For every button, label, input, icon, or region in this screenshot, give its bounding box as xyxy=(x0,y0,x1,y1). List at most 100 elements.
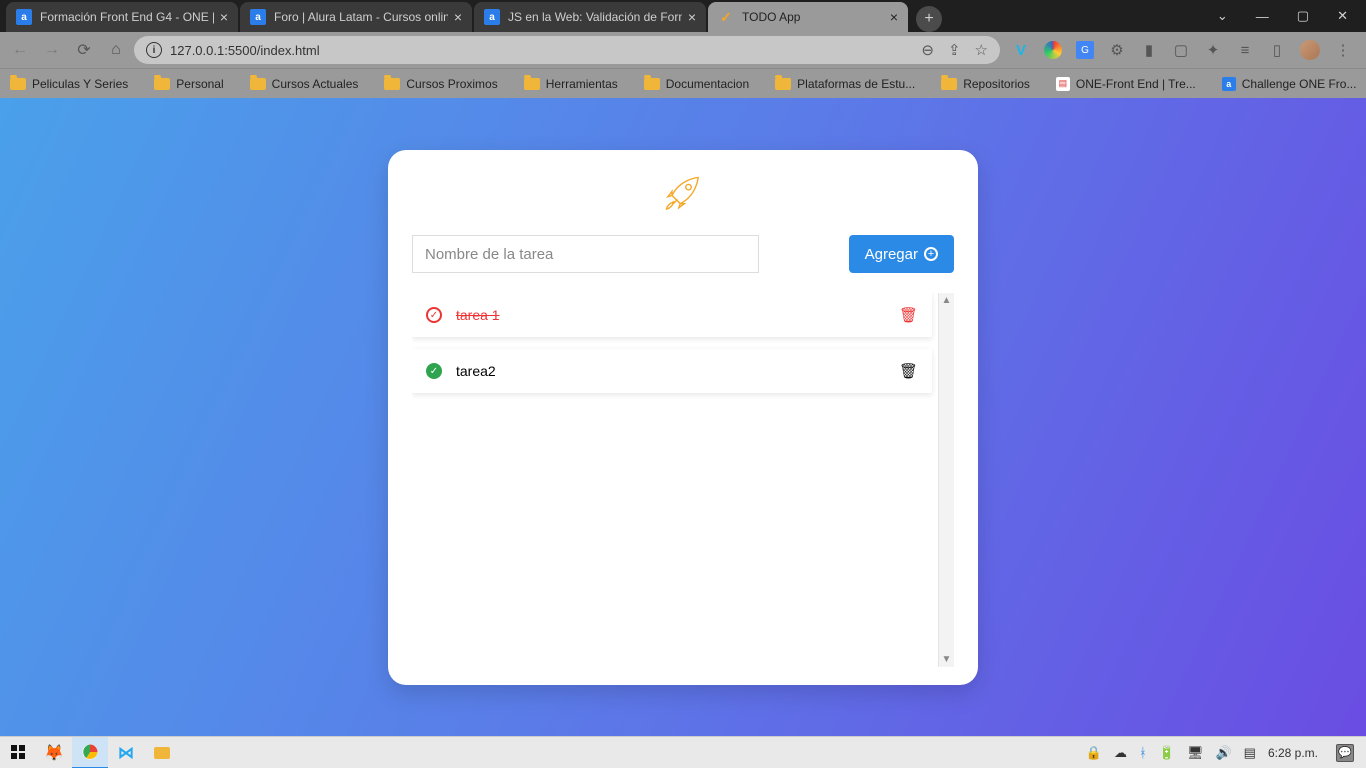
ext-gear-icon[interactable]: ⚙ xyxy=(1108,41,1126,59)
bookmark-label: Peliculas Y Series xyxy=(32,77,128,91)
tab-2[interactable]: a JS en la Web: Validación de Form × xyxy=(474,2,706,32)
bookmark-label: ONE-Front End | Tre... xyxy=(1076,77,1196,91)
tab-1[interactable]: a Foro | Alura Latam - Cursos onlin × xyxy=(240,2,472,32)
menu-icon[interactable]: ⋮ xyxy=(1334,41,1352,59)
bookmark-label: Plataformas de Estu... xyxy=(797,77,915,91)
close-icon[interactable]: × xyxy=(220,9,228,25)
add-task-form: Agregar + xyxy=(412,235,954,273)
reload-button[interactable]: ⟳ xyxy=(70,36,98,64)
folder-icon xyxy=(250,78,266,90)
ext-color-icon[interactable] xyxy=(1044,41,1062,59)
site-info-icon[interactable]: i xyxy=(146,42,162,58)
maximize-button[interactable]: ▢ xyxy=(1297,8,1309,24)
battery-icon[interactable]: 🔋 xyxy=(1159,745,1175,761)
extension-icons: V G ⚙ ▮ ▢ ✦ ≡ ▯ ⋮ xyxy=(1004,40,1360,60)
ext-list-icon[interactable]: ≡ xyxy=(1236,41,1254,59)
page-content: Agregar + ✓ tarea 1 🗑 ✓ tarea2 🗑 ▲ ▼ xyxy=(0,98,1366,736)
folder-icon xyxy=(644,78,660,90)
volume-icon[interactable]: 🔊 xyxy=(1215,745,1231,761)
todo-card: Agregar + ✓ tarea 1 🗑 ✓ tarea2 🗑 ▲ ▼ xyxy=(388,150,978,685)
browser-titlebar: a Formación Front End G4 - ONE | × a For… xyxy=(0,0,1366,32)
url-text: 127.0.0.1:5500/index.html xyxy=(170,43,913,58)
bookmark-item[interactable]: Peliculas Y Series xyxy=(10,77,128,91)
chevron-down-icon[interactable]: ⌄ xyxy=(1217,8,1228,24)
trash-icon[interactable]: 🗑 xyxy=(899,362,918,380)
add-button-label: Agregar xyxy=(865,246,918,263)
bookmark-label: Personal xyxy=(176,77,223,91)
share-icon[interactable]: ⇪ xyxy=(948,41,961,59)
bookmark-item[interactable]: Documentacion xyxy=(644,77,749,91)
zoom-icon[interactable]: ⊖ xyxy=(921,41,934,59)
bookmark-label: Herramientas xyxy=(546,77,618,91)
language-icon[interactable]: ▤ xyxy=(1244,745,1256,761)
favicon: a xyxy=(16,9,32,25)
add-button[interactable]: Agregar + xyxy=(849,235,954,273)
window-controls: ⌄ — ▢ ✕ xyxy=(1199,0,1366,32)
star-icon[interactable]: ☆ xyxy=(975,41,988,59)
plus-icon: + xyxy=(924,247,938,261)
bookmark-label: Cursos Proximos xyxy=(406,77,497,91)
minimize-button[interactable]: — xyxy=(1256,9,1269,24)
task-list-viewport: ✓ tarea 1 🗑 ✓ tarea2 🗑 ▲ ▼ xyxy=(412,293,954,667)
tab-title: Formación Front End G4 - ONE | xyxy=(40,10,214,24)
clock[interactable]: 6:28 p.m. xyxy=(1268,746,1318,760)
close-window-button[interactable]: ✕ xyxy=(1337,8,1348,24)
tab-0[interactable]: a Formación Front End G4 - ONE | × xyxy=(6,2,238,32)
address-bar[interactable]: i 127.0.0.1:5500/index.html ⊖ ⇪ ☆ xyxy=(134,36,1000,64)
bookmark-item[interactable]: ▤ONE-Front End | Tre... xyxy=(1056,77,1196,91)
check-icon[interactable]: ✓ xyxy=(426,307,442,323)
forward-button[interactable]: → xyxy=(38,36,66,64)
task-list: ✓ tarea 1 🗑 ✓ tarea2 🗑 xyxy=(412,293,938,667)
tab-3[interactable]: ✓ TODO App × xyxy=(708,2,908,32)
scroll-down-icon[interactable]: ▼ xyxy=(942,654,952,665)
bookmark-item[interactable]: Herramientas xyxy=(524,77,618,91)
bookmarks-bar: Peliculas Y Series Personal Cursos Actua… xyxy=(0,68,1366,98)
folder-icon xyxy=(941,78,957,90)
chrome-icon[interactable] xyxy=(72,737,108,768)
rocket-icon xyxy=(412,172,954,221)
scroll-up-icon[interactable]: ▲ xyxy=(942,295,952,306)
taskbar-apps: 🦊 ⋈ xyxy=(0,737,180,768)
cloud-icon[interactable]: ☁ xyxy=(1114,745,1127,761)
home-button[interactable]: ⌂ xyxy=(102,36,130,64)
ext-device-icon[interactable]: ▮ xyxy=(1140,41,1158,59)
folder-icon xyxy=(524,78,540,90)
scrollbar[interactable]: ▲ ▼ xyxy=(938,293,954,667)
system-tray: 🔒 ☁ ᚼ 🔋 🖥 🔊 ▤ 6:28 p.m. 💬 xyxy=(1074,744,1366,762)
notifications-icon[interactable]: 💬 xyxy=(1336,744,1354,762)
ext-translate-icon[interactable]: G xyxy=(1076,41,1094,59)
vscode-icon[interactable]: ⋈ xyxy=(108,737,144,768)
task-name-input[interactable] xyxy=(412,235,759,273)
browser-toolbar: ← → ⟳ ⌂ i 127.0.0.1:5500/index.html ⊖ ⇪ … xyxy=(0,32,1366,68)
bookmark-item[interactable]: Personal xyxy=(154,77,223,91)
trash-icon[interactable]: 🗑 xyxy=(899,306,918,324)
close-icon[interactable]: × xyxy=(688,9,696,25)
bookmark-item[interactable]: Cursos Proximos xyxy=(384,77,497,91)
display-icon[interactable]: 🖥 xyxy=(1187,745,1204,761)
bookmark-item[interactable]: Cursos Actuales xyxy=(250,77,359,91)
firefox-icon[interactable]: 🦊 xyxy=(36,737,72,768)
ext-window-icon[interactable]: ▢ xyxy=(1172,41,1190,59)
new-tab-button[interactable]: + xyxy=(916,6,942,32)
folder-icon xyxy=(10,78,26,90)
ext-puzzle-icon[interactable]: ✦ xyxy=(1204,41,1222,59)
bookmark-item[interactable]: Repositorios xyxy=(941,77,1030,91)
bookmark-item[interactable]: Plataformas de Estu... xyxy=(775,77,915,91)
back-button[interactable]: ← xyxy=(6,36,34,64)
windows-taskbar: 🦊 ⋈ 🔒 ☁ ᚼ 🔋 🖥 🔊 ▤ 6:28 p.m. 💬 xyxy=(0,736,1366,768)
ext-panel-icon[interactable]: ▯ xyxy=(1268,41,1286,59)
tab-title: TODO App xyxy=(742,10,884,24)
app-icon: a xyxy=(1222,77,1236,91)
check-icon[interactable]: ✓ xyxy=(426,363,442,379)
bookmark-item[interactable]: a Challenge ONE Fro... xyxy=(1222,77,1357,91)
bookmark-label: Challenge ONE Fro... xyxy=(1242,77,1357,91)
explorer-icon[interactable] xyxy=(144,737,180,768)
ext-vimeo-icon[interactable]: V xyxy=(1012,41,1030,59)
task-name: tarea2 xyxy=(456,363,899,379)
bluetooth-icon[interactable]: ᚼ xyxy=(1139,745,1147,760)
close-icon[interactable]: × xyxy=(454,9,462,25)
profile-avatar[interactable] xyxy=(1300,40,1320,60)
close-icon[interactable]: × xyxy=(890,9,898,25)
start-button[interactable] xyxy=(0,737,36,768)
usb-icon[interactable]: 🔒 xyxy=(1086,745,1102,761)
